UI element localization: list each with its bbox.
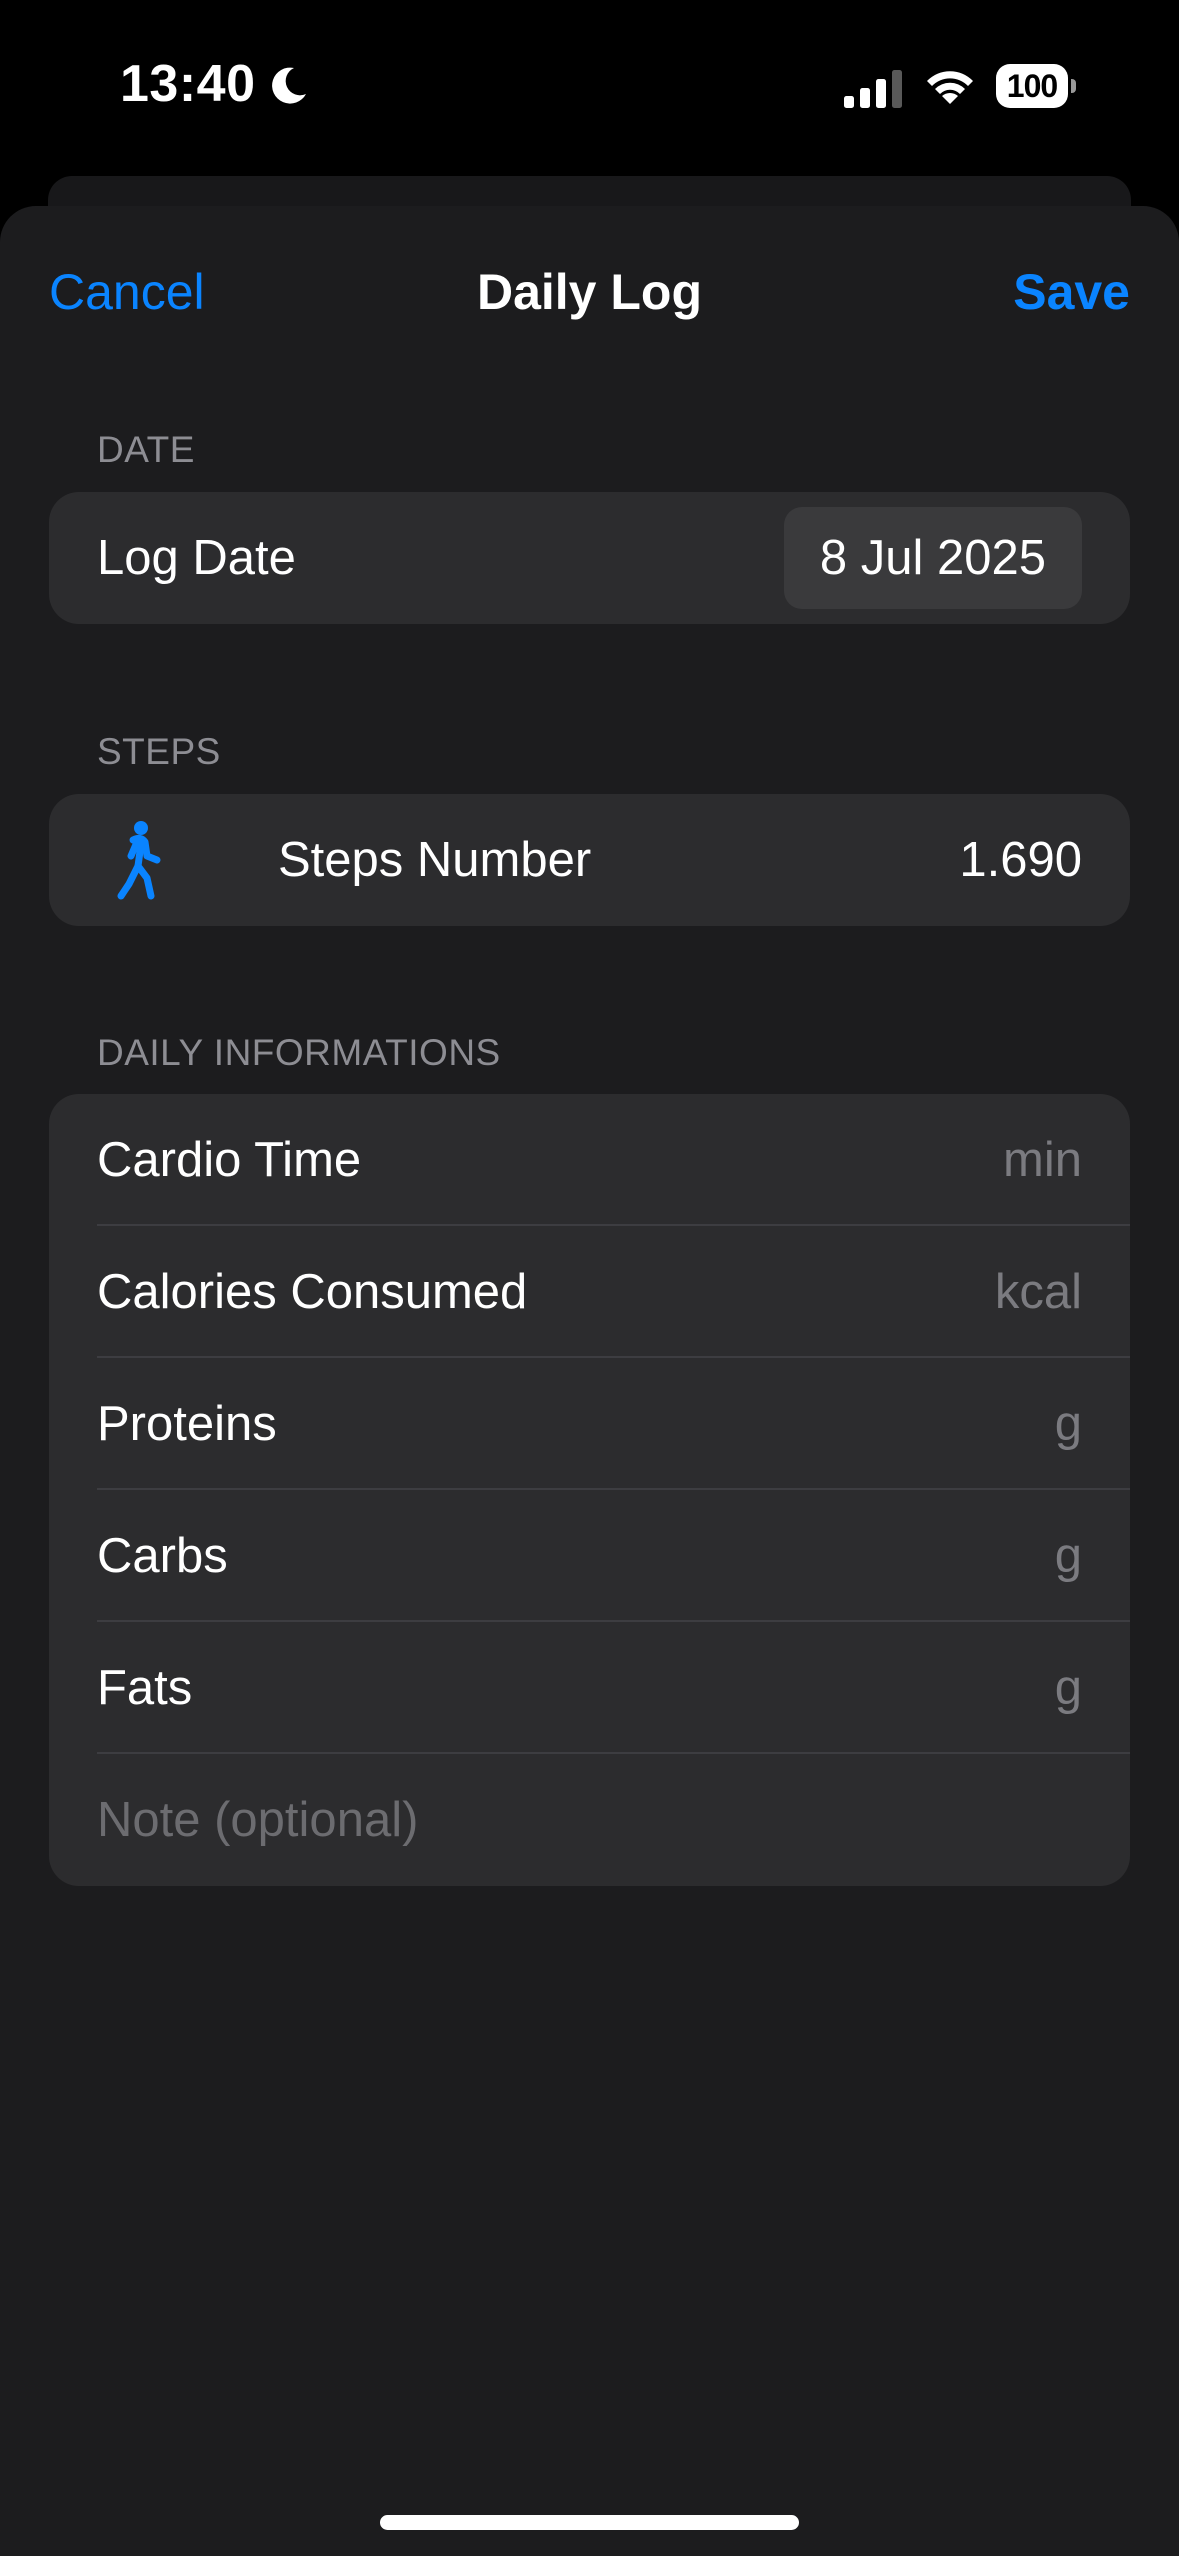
proteins-label: Proteins — [97, 1397, 277, 1451]
cancel-button[interactable]: Cancel — [49, 262, 205, 322]
status-time: 13:40 — [120, 55, 256, 113]
log-date-row: Log Date 8 Jul 2025 — [49, 492, 1130, 624]
save-button[interactable]: Save — [1013, 262, 1130, 322]
carbs-row[interactable]: Carbs g — [49, 1490, 1130, 1622]
cardio-time-row[interactable]: Cardio Time min — [49, 1094, 1130, 1226]
daily-info-group: Cardio Time min Calories Consumed kcal P… — [49, 1094, 1130, 1886]
section-header-steps: STEPS — [97, 731, 221, 772]
log-date-label: Log Date — [97, 531, 296, 585]
screen: 13:40 100 Cancel Daily Log Save DATE Log… — [0, 0, 1179, 2556]
status-bar: 13:40 100 — [0, 0, 1179, 170]
cellular-signal-icon — [844, 70, 902, 108]
cardio-time-input[interactable]: min — [1003, 1130, 1082, 1190]
battery-tip — [1071, 79, 1076, 93]
home-indicator[interactable] — [380, 2515, 799, 2530]
note-row[interactable]: Note (optional) — [49, 1754, 1130, 1886]
figure-walk-icon — [117, 821, 161, 900]
wifi-icon — [927, 71, 973, 104]
calories-consumed-label: Calories Consumed — [97, 1265, 528, 1319]
steps-label: Steps Number — [278, 833, 592, 887]
fats-row[interactable]: Fats g — [49, 1622, 1130, 1754]
moon-icon — [272, 67, 306, 104]
nav-bar: Cancel Daily Log Save — [0, 206, 1179, 376]
steps-group: Steps Number 1.690 — [49, 794, 1130, 926]
carbs-label: Carbs — [97, 1529, 228, 1583]
calories-consumed-input[interactable]: kcal — [995, 1262, 1082, 1322]
note-input[interactable]: Note (optional) — [97, 1790, 418, 1850]
fats-input[interactable]: g — [1055, 1658, 1082, 1718]
proteins-row[interactable]: Proteins g — [49, 1358, 1130, 1490]
cardio-time-label: Cardio Time — [97, 1133, 362, 1187]
section-header-date: DATE — [97, 429, 195, 470]
fats-label: Fats — [97, 1661, 193, 1715]
carbs-input[interactable]: g — [1055, 1526, 1082, 1586]
battery-level: 100 — [1006, 68, 1058, 104]
date-group: Log Date 8 Jul 2025 — [49, 492, 1130, 624]
battery-icon: 100 — [996, 64, 1076, 108]
calories-consumed-row[interactable]: Calories Consumed kcal — [49, 1226, 1130, 1358]
steps-value[interactable]: 1.690 — [959, 830, 1082, 890]
battery-body: 100 — [996, 64, 1068, 108]
log-date-picker[interactable]: 8 Jul 2025 — [783, 507, 1082, 609]
steps-row[interactable]: Steps Number 1.690 — [49, 794, 1130, 926]
proteins-input[interactable]: g — [1055, 1394, 1082, 1454]
section-header-daily: DAILY INFORMATIONS — [97, 1032, 501, 1073]
daily-log-sheet: Cancel Daily Log Save DATE Log Date 8 Ju… — [0, 206, 1179, 2556]
